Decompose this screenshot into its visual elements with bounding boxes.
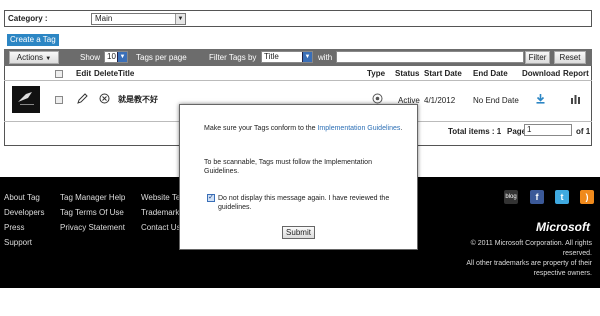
tag-toolbar: Actions ▼ Show 10 ▼ Tags per page Filter… xyxy=(4,49,592,66)
create-tag-button[interactable]: Create a Tag xyxy=(7,34,59,46)
filter-field-select[interactable]: Title ▼ xyxy=(261,51,313,63)
footer-link-help[interactable]: Tag Manager Help xyxy=(60,193,125,202)
dialog-text: . xyxy=(400,125,403,132)
reset-button[interactable]: Reset xyxy=(554,51,586,64)
category-selected-value: Main xyxy=(95,14,113,23)
filter-input[interactable] xyxy=(336,51,524,63)
col-status: Status xyxy=(395,69,420,78)
actions-label: Actions xyxy=(16,53,44,62)
chevron-down-icon: ▼ xyxy=(45,56,52,62)
blog-icon-label: blog xyxy=(505,194,517,200)
page-input[interactable]: 1 xyxy=(524,124,572,136)
footer-link-privacy[interactable]: Privacy Statement xyxy=(60,223,125,232)
dialog-text: Make sure your Tags conform to the xyxy=(204,125,318,132)
footer-link-contact[interactable]: Contact Us xyxy=(141,223,181,232)
col-edit: Edit xyxy=(76,69,92,78)
show-label: Show xyxy=(80,53,101,62)
total-items: Total items : 1 xyxy=(448,127,502,136)
page-size-select[interactable]: 10 ▼ xyxy=(104,51,128,63)
col-start-date: Start Date xyxy=(424,69,462,78)
footer-link-about-tag[interactable]: About Tag xyxy=(4,193,40,202)
col-download: Download xyxy=(522,69,561,78)
microsoft-logo: Microsoft xyxy=(536,220,590,234)
tags-per-page-label: Tags per page xyxy=(136,53,187,62)
copyright-text: © 2011 Microsoft Corporation. All rights… xyxy=(452,239,592,279)
do-not-show-checkbox[interactable]: ✓ xyxy=(207,194,215,202)
download-icon[interactable] xyxy=(535,93,546,106)
footer-link-terms-of-use[interactable]: Tag Terms Of Use xyxy=(60,208,124,217)
blog-icon[interactable]: blog xyxy=(504,190,518,204)
guidelines-dialog: Make sure your Tags conform to the Imple… xyxy=(179,104,418,250)
copyright-line: © 2011 Microsoft Corporation. All rights xyxy=(470,240,592,247)
edit-icon[interactable] xyxy=(77,93,88,106)
page-input-value: 1 xyxy=(527,125,532,134)
submit-button[interactable]: Submit xyxy=(282,226,315,239)
copyright-line: All other trademarks are property of the… xyxy=(466,260,592,267)
copyright-line: respective owners. xyxy=(533,270,592,277)
dialog-message-scannable: To be scannable, Tags must follow the Im… xyxy=(204,159,372,175)
footer-link-developers[interactable]: Developers xyxy=(4,208,44,217)
copyright-line: reserved. xyxy=(562,250,592,257)
dialog-message-guidelines: Make sure your Tags conform to the Imple… xyxy=(204,124,404,133)
chevron-down-icon: ▼ xyxy=(175,14,185,24)
tag-start-date: 4/1/2012 xyxy=(424,96,456,105)
do-not-show-label: Do not display this message again. I hav… xyxy=(218,195,390,211)
header-divider xyxy=(4,80,592,81)
filter-button[interactable]: Filter xyxy=(525,51,550,64)
footer-link-trademarks[interactable]: Trademarks xyxy=(141,208,183,217)
footer-link-press[interactable]: Press xyxy=(4,223,24,232)
col-report: Report xyxy=(563,69,589,78)
rss-icon[interactable]: ) xyxy=(580,190,594,204)
category-label: Category : xyxy=(8,14,48,23)
chevron-down-icon: ▼ xyxy=(117,52,127,62)
page-count: of 1 xyxy=(576,127,591,136)
tag-title[interactable]: 就是教不好 xyxy=(118,94,158,105)
footer-link-support[interactable]: Support xyxy=(4,238,32,247)
actions-button[interactable]: Actions ▼ xyxy=(9,51,59,64)
implementation-guidelines-link[interactable]: Implementation Guidelines xyxy=(317,125,400,132)
tag-end-date: No End Date xyxy=(473,96,519,105)
twitter-icon[interactable]: t xyxy=(555,190,569,204)
page-size-value: 10 xyxy=(107,52,116,61)
chevron-down-icon: ▼ xyxy=(302,52,312,62)
category-bar: Category : Main ▼ xyxy=(4,10,592,27)
row-select-checkbox[interactable] xyxy=(55,96,63,104)
filter-by-label: Filter Tags by xyxy=(209,53,257,62)
with-label: with xyxy=(318,53,333,62)
select-all-checkbox[interactable] xyxy=(55,70,63,78)
delete-icon[interactable] xyxy=(99,93,110,106)
facebook-icon[interactable]: f xyxy=(530,190,544,204)
tag-thumbnail[interactable] xyxy=(12,86,40,113)
col-type: Type xyxy=(367,69,386,78)
col-title: Title xyxy=(118,69,135,78)
col-end-date: End Date xyxy=(473,69,508,78)
filter-field-value: Title xyxy=(264,52,279,61)
col-delete: Delete xyxy=(94,69,119,78)
tag-image-icon xyxy=(12,86,40,113)
category-select[interactable]: Main ▼ xyxy=(91,13,186,25)
report-icon[interactable] xyxy=(570,93,581,106)
